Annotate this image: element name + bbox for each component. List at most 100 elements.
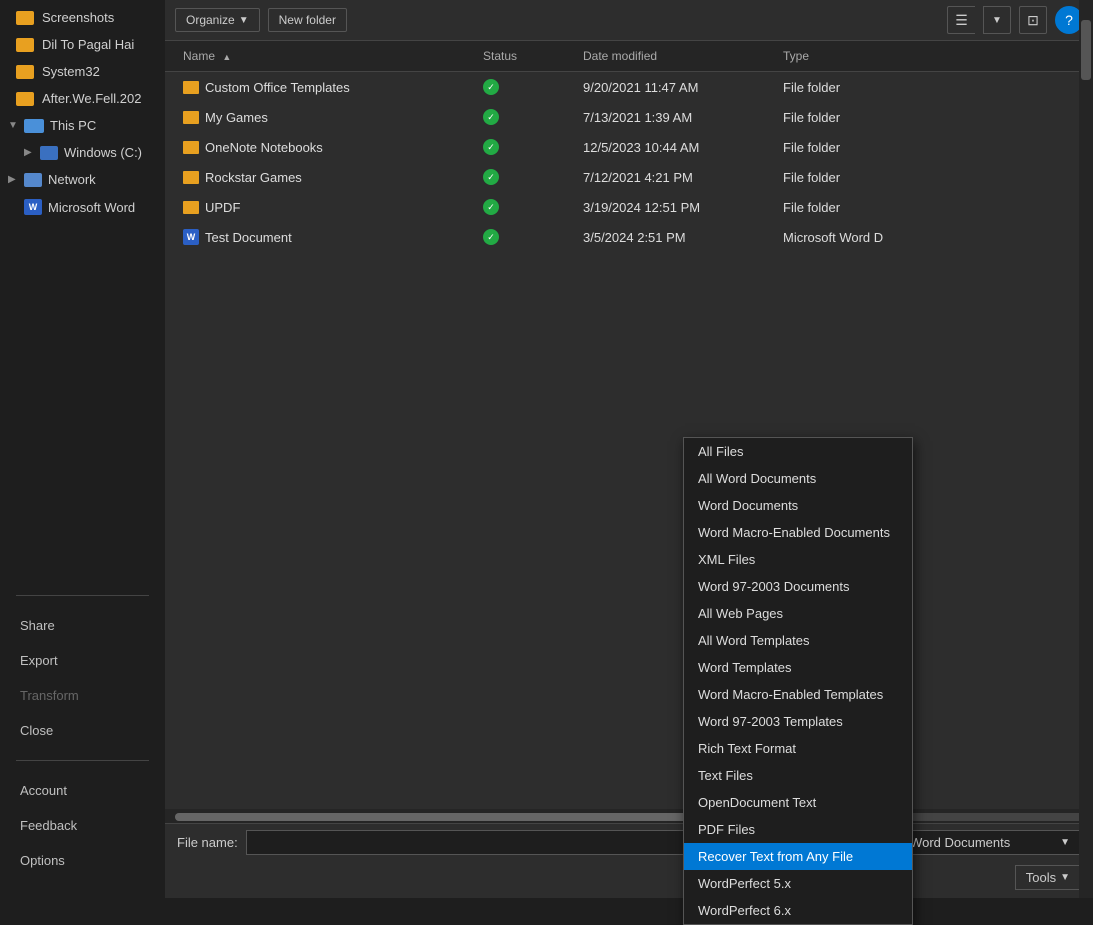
windows-c-label: Windows (C:)	[64, 145, 142, 160]
file-type-cell: Microsoft Word D	[775, 224, 1083, 250]
table-row[interactable]: UPDF✓3/19/2024 12:51 PMFile folder	[165, 192, 1093, 222]
file-list-header: Name ▲ Status Date modified Type	[165, 41, 1093, 72]
toolbar: Organize ▼ New folder ☰ ▼ ⊡ ?	[165, 0, 1093, 41]
file-date-cell: 7/13/2021 1:39 AM	[575, 104, 775, 130]
sidebar-top-items: Screenshots Dil To Pagal Hai System32 Af…	[0, 0, 165, 221]
status-check-icon: ✓	[483, 139, 499, 155]
organize-button[interactable]: Organize ▼	[175, 8, 260, 32]
dropdown-item[interactable]: All Web Pages	[684, 600, 912, 627]
folder-icon	[16, 38, 34, 52]
dropdown-item[interactable]: WordPerfect 5.x	[684, 870, 912, 897]
file-status-cell: ✓	[475, 164, 575, 190]
chevron-down-icon: ▼	[239, 15, 249, 26]
dropdown-item[interactable]: Word Templates	[684, 654, 912, 681]
file-name-cell: OneNote Notebooks	[175, 134, 475, 160]
sidebar-label: After.We.Fell.202	[42, 91, 141, 106]
sidebar-item-network[interactable]: ▶ Network	[0, 166, 165, 193]
chevron-right-icon: ▶	[8, 174, 20, 186]
folder-icon	[16, 11, 34, 25]
word-file-icon: W	[183, 229, 199, 245]
folder-icon	[183, 201, 199, 214]
file-list: Custom Office Templates ✓ 9/20/2021 11:47 …	[165, 72, 1093, 809]
header-date[interactable]: Date modified	[575, 45, 775, 67]
word-icon: W	[24, 199, 42, 215]
sidebar-item-screenshots[interactable]: Screenshots	[0, 4, 165, 31]
scrollbar-thumb[interactable]	[1081, 20, 1091, 80]
sidebar-item-this-pc[interactable]: ▼ This PC	[0, 112, 165, 139]
file-name-cell: My Games	[175, 104, 475, 130]
folder-icon	[183, 141, 199, 154]
network-label: Network	[48, 172, 96, 187]
dropdown-item[interactable]: All Word Templates	[684, 627, 912, 654]
dropdown-item[interactable]: PDF Files	[684, 816, 912, 843]
folder-icon	[16, 92, 34, 106]
file-status-cell: ✓	[475, 224, 575, 250]
dropdown-item[interactable]: Word 97-2003 Documents	[684, 573, 912, 600]
sidebar-item-account[interactable]: Account	[0, 773, 165, 808]
tools-row: Tools ▼	[165, 861, 1093, 898]
sidebar-item-options[interactable]: Options	[0, 843, 165, 878]
sidebar-bottom-nav: Share Export Transform Close Account Fee…	[0, 583, 165, 898]
header-type[interactable]: Type	[775, 45, 1083, 67]
dropdown-item[interactable]: Rich Text Format	[684, 735, 912, 762]
table-row[interactable]: Custom Office Templates ✓ 9/20/2021 11:47 …	[165, 72, 1093, 102]
dropdown-item[interactable]: Text Files	[684, 762, 912, 789]
file-name-cell: UPDF	[175, 194, 475, 220]
tools-button[interactable]: Tools ▼	[1015, 865, 1081, 890]
sidebar-item-microsoft-word[interactable]: ▶ W Microsoft Word	[0, 193, 165, 221]
pane-toggle-button[interactable]: ⊡	[1019, 6, 1047, 34]
file-name-cell: WTest Document	[175, 224, 475, 250]
separator	[16, 595, 149, 596]
dropdown-item[interactable]: Word Macro-Enabled Documents	[684, 519, 912, 546]
view-dropdown-button[interactable]: ▼	[983, 6, 1011, 34]
file-date-cell: 9/20/2021 11:47 AM	[575, 74, 775, 100]
dropdown-item[interactable]: Recover Text from Any File	[684, 843, 912, 870]
table-row[interactable]: OneNote Notebooks✓12/5/2023 10:44 AMFile…	[165, 132, 1093, 162]
file-type-cell: File folder	[775, 74, 1083, 100]
sidebar-item-dil[interactable]: Dil To Pagal Hai	[0, 31, 165, 58]
status-check-icon: ✓	[483, 109, 499, 125]
sidebar-item-share[interactable]: Share	[0, 608, 165, 643]
dropdown-item[interactable]: XML Files	[684, 546, 912, 573]
sidebar-item-close[interactable]: Close	[0, 713, 165, 748]
sidebar-item-windows-c[interactable]: ▶ Windows (C:)	[0, 139, 165, 166]
scrollbar-thumb[interactable]	[175, 813, 720, 821]
dropdown-item[interactable]: OpenDocument Text	[684, 789, 912, 816]
filename-label: File name:	[177, 835, 238, 850]
file-type-cell: File folder	[775, 194, 1083, 220]
file-type-cell: File folder	[775, 104, 1083, 130]
dropdown-item[interactable]: Word Documents	[684, 492, 912, 519]
folder-icon	[16, 65, 34, 79]
file-status-cell: ✓	[475, 74, 575, 100]
table-row[interactable]: WTest Document✓3/5/2024 2:51 PMMicrosoft…	[165, 222, 1093, 252]
file-name-cell: Custom Office Templates	[175, 74, 475, 100]
network-icon	[24, 173, 42, 187]
file-date-cell: 12/5/2023 10:44 AM	[575, 134, 775, 160]
header-status[interactable]: Status	[475, 45, 575, 67]
sidebar-item-feedback[interactable]: Feedback	[0, 808, 165, 843]
table-row[interactable]: My Games ✓ 7/13/2021 1:39 AMFile folder	[165, 102, 1093, 132]
file-date-cell: 3/5/2024 2:51 PM	[575, 224, 775, 250]
dropdown-item[interactable]: All Files	[684, 438, 912, 465]
ms-word-label: Microsoft Word	[48, 200, 135, 215]
status-check-icon: ✓	[483, 169, 499, 185]
sidebar-item-system32[interactable]: System32	[0, 58, 165, 85]
dropdown-item[interactable]: WordPerfect 6.x	[684, 897, 912, 924]
new-folder-button[interactable]: New folder	[268, 8, 347, 32]
dropdown-item[interactable]: All Word Documents	[684, 465, 912, 492]
this-pc-label: This PC	[50, 118, 96, 133]
table-row[interactable]: Rockstar Games✓7/12/2021 4:21 PMFile fol…	[165, 162, 1093, 192]
horizontal-scrollbar[interactable]	[165, 809, 1093, 823]
right-scrollbar[interactable]	[1079, 0, 1093, 898]
sidebar-item-after[interactable]: After.We.Fell.202	[0, 85, 165, 112]
file-status-cell: ✓	[475, 194, 575, 220]
bottom-bar: File name: All Word Documents ▼	[165, 823, 1093, 861]
sidebar-item-transform: Transform	[0, 678, 165, 713]
sidebar-item-export[interactable]: Export	[0, 643, 165, 678]
status-check-icon: ✓	[483, 79, 499, 95]
view-list-button[interactable]: ☰	[947, 6, 975, 34]
header-name[interactable]: Name ▲	[175, 45, 475, 67]
dropdown-item[interactable]: Word Macro-Enabled Templates	[684, 681, 912, 708]
main-area: Organize ▼ New folder ☰ ▼ ⊡ ? Name ▲ Sta…	[165, 0, 1093, 898]
dropdown-item[interactable]: Word 97-2003 Templates	[684, 708, 912, 735]
